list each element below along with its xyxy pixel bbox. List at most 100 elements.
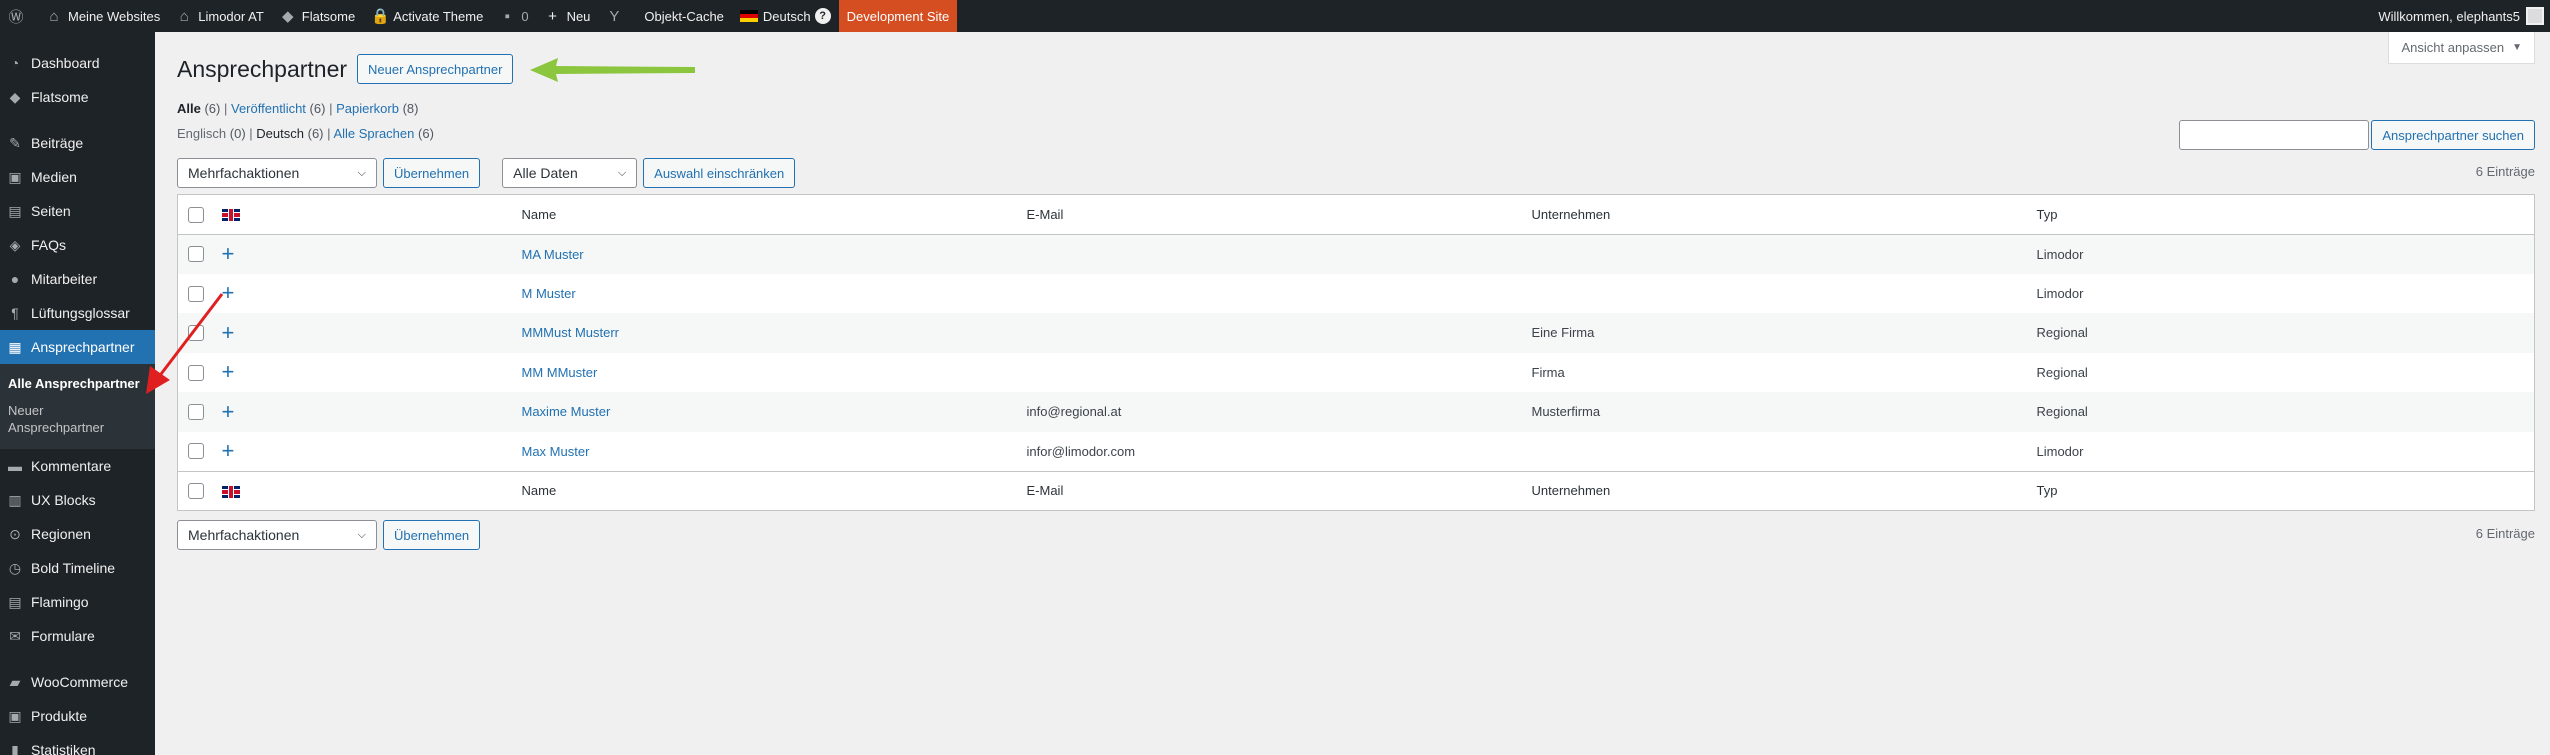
separator: | [327,126,331,141]
column-footer-company[interactable]: Unternehmen [1531,470,2037,511]
sidebar-item-flamingo[interactable]: ▤ Flamingo [0,585,155,619]
comments-icon: ▬ [8,458,22,474]
filter-published[interactable]: Veröffentlicht [231,101,306,116]
add-translation-icon[interactable]: + [222,241,235,266]
mail-icon: ✉ [9,627,21,644]
column-footer-name[interactable]: Name [521,470,1027,511]
bulk-actions-select[interactable]: Mehrfachaktionen ⌵ [177,158,377,188]
add-translation-icon[interactable]: + [222,438,235,463]
date-filter-select[interactable]: Alle Daten ⌵ [502,158,638,188]
row-checkbox[interactable] [188,443,204,460]
filter-german[interactable]: Deutsch [256,126,304,141]
sidebar-item-forms[interactable]: ✉ Formulare [0,619,155,653]
flatsome-label: Flatsome [301,8,356,24]
language-label: Deutsch [762,8,811,24]
filter-all-languages[interactable]: Alle Sprachen [333,126,414,141]
my-sites-link[interactable]: ⌂ Meine Websites [38,0,168,32]
select-all-checkbox[interactable] [188,206,204,223]
timeline-icon: ◷ [8,559,22,576]
apply-bulk-button[interactable]: Übernehmen [383,158,481,188]
caret-down-icon: ▼ [2512,42,2522,53]
filter-english: Englisch [177,126,227,141]
table-footer-row: Name E-Mail Unternehmen Typ [177,470,2535,511]
date-filter-value: Alle Daten [513,165,578,181]
site-name-link[interactable]: ⌂ Limodor AT [168,0,272,32]
user-icon: ● [10,271,20,287]
language-switcher[interactable]: Deutsch? [732,0,839,32]
sidebar-item-label: Bold Timeline [31,560,116,576]
filter-button[interactable]: Auswahl einschränken [643,158,796,188]
column-header-name[interactable]: Name [521,194,1027,235]
column-header-type[interactable]: Typ [2036,194,2535,235]
comments-link[interactable]: ▪ 0 [491,0,536,32]
location-icon: ⊙ [9,525,21,542]
sidebar-item-regions[interactable]: ⊙ Regionen [0,517,155,551]
sidebar-item-comments[interactable]: ▬ Kommentare [0,449,155,483]
wordpress-logo[interactable]: Ⓦ [0,0,38,32]
submenu-new-contact[interactable]: Neuer Ansprechpartner [0,397,120,441]
add-translation-icon[interactable]: + [222,399,235,424]
sidebar-item-pages[interactable]: ▤ Seiten [0,194,155,228]
contact-name-link[interactable]: MA Muster [522,247,584,262]
sidebar-item-statistics[interactable]: ▮ Statistiken [0,733,155,755]
column-footer-email[interactable]: E-Mail [1026,470,1532,511]
products-icon: ▣ [8,707,22,724]
contact-email: info@regional.at [1026,404,1122,420]
contact-type: Limodor [2036,246,2084,262]
new-content-link[interactable]: + Neu [537,0,599,32]
column-footer-type[interactable]: Typ [2036,470,2535,511]
account-menu[interactable]: Willkommen, elephants5 [2370,0,2550,32]
filter-trash-count: (8) [402,101,419,116]
contact-name-link[interactable]: MMMust Musterr [522,325,620,340]
sidebar-item-media[interactable]: ▣ Medien [0,160,155,194]
english-flag-icon [221,485,240,498]
table-row: + MMMust Musterr Eine Firma Regional [177,313,2535,353]
filter-all[interactable]: Alle [177,101,201,116]
sidebar-item-ux-blocks[interactable]: ▥ UX Blocks [0,483,155,517]
development-site-badge[interactable]: Development Site [838,0,958,32]
apply-bulk-button-bottom[interactable]: Übernehmen [383,520,481,550]
submenu-all-contacts[interactable]: Alle Ansprechpartner [0,370,155,397]
contact-name-link[interactable]: Maxime Muster [522,404,611,419]
search-input[interactable] [2179,120,2369,150]
sidebar-item-staff[interactable]: ● Mitarbeiter [0,262,155,296]
help-icon[interactable]: ? [814,8,831,24]
row-checkbox[interactable] [188,404,204,421]
sidebar-item-contacts[interactable]: ▦ Ansprechpartner [0,330,155,364]
activate-theme-link[interactable]: 🔒 Activate Theme [363,0,491,32]
sidebar-item-posts[interactable]: ✎ Beiträge [0,126,155,160]
my-sites-label: Meine Websites [68,8,161,24]
activate-theme-label: Activate Theme [393,8,484,24]
object-cache-link[interactable]: Objekt-Cache [636,0,731,32]
object-cache-label: Objekt-Cache [644,8,724,24]
sidebar-item-products[interactable]: ▣ Produkte [0,699,155,733]
separator: | [329,101,333,116]
sidebar-item-woocommerce[interactable]: ▰ WooCommerce [0,665,155,699]
add-new-contact-button[interactable]: Neuer Ansprechpartner [357,54,514,84]
contact-company [1532,234,2037,274]
contact-name-link[interactable]: Max Muster [522,444,590,459]
column-header-company[interactable]: Unternehmen [1531,194,2037,235]
bulk-actions-value: Mehrfachaktionen [188,527,300,543]
sidebar-item-faqs[interactable]: ◈ FAQs [0,228,155,262]
bulk-actions-select-bottom[interactable]: Mehrfachaktionen ⌵ [177,520,377,550]
sidebar-item-label: Beiträge [31,135,84,151]
sidebar-item-flatsome[interactable]: ◆ Flatsome [0,80,155,114]
sidebar-item-glossary[interactable]: ¶ Lüftungsglossar [0,296,155,330]
flatsome-link[interactable]: ◆ Flatsome [272,0,363,32]
filter-trash[interactable]: Papierkorb [336,101,399,116]
search-contacts-button[interactable]: Ansprechpartner suchen [2371,120,2535,150]
select-all-checkbox-footer[interactable] [188,483,204,500]
yoast-link[interactable]: Y [598,0,636,32]
contact-company [1532,432,2037,472]
screen-options-toggle[interactable]: Ansicht anpassen ▼ [2388,32,2535,64]
contact-name-link[interactable]: M Muster [522,286,576,301]
row-checkbox[interactable] [188,246,204,263]
column-header-email[interactable]: E-Mail [1026,194,1532,235]
sidebar-item-dashboard[interactable]: ◔ Dashboard [0,46,155,80]
contact-name-link[interactable]: MM MMuster [522,365,598,380]
separator: | [249,126,253,141]
sidebar-item-bold-timeline[interactable]: ◷ Bold Timeline [0,551,155,585]
filter-english-count: (0) [229,126,246,141]
sidebar-item-label: UX Blocks [31,492,96,508]
